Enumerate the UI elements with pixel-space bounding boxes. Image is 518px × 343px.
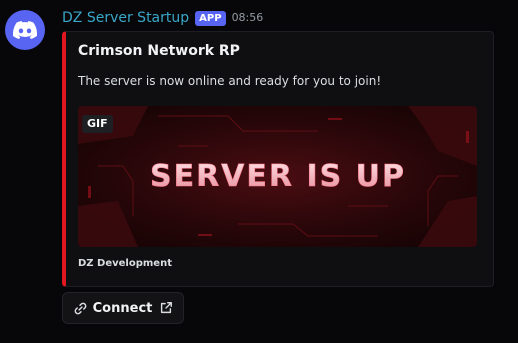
link-icon (73, 301, 88, 316)
app-badge: APP (195, 10, 226, 26)
avatar[interactable] (5, 10, 45, 50)
banner-text: SERVER IS UP (150, 159, 406, 194)
message-header: DZ Server Startup APP 08:56 (62, 9, 263, 27)
embed-footer: DZ Development (78, 258, 172, 269)
embed-description: The server is now online and ready for y… (78, 74, 382, 88)
server-is-up-banner: SERVER IS UP (78, 106, 477, 247)
gif-badge: GIF (82, 115, 113, 133)
connect-label: Connect (92, 300, 153, 316)
discord-logo-icon (13, 21, 37, 39)
embed-card: Crimson Network RP The server is now onl… (62, 31, 494, 287)
external-link-icon (159, 301, 173, 315)
timestamp[interactable]: 08:56 (232, 9, 264, 27)
author-name[interactable]: DZ Server Startup (62, 9, 189, 27)
connect-button[interactable]: Connect (62, 292, 184, 324)
embed-gif-image[interactable]: SERVER IS UP GIF (78, 106, 477, 247)
embed-title: Crimson Network RP (78, 43, 240, 59)
